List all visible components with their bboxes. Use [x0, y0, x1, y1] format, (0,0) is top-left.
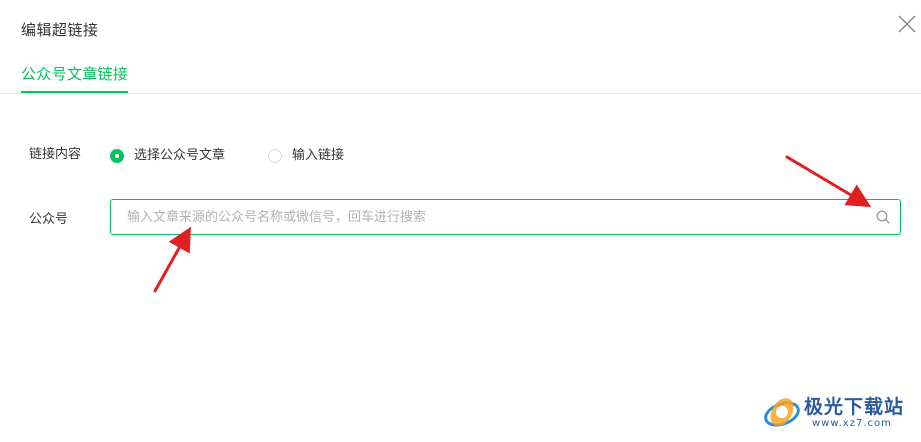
close-button[interactable]	[896, 13, 918, 35]
tab-bar: 公众号文章链接	[0, 60, 921, 94]
edit-hyperlink-dialog: 编辑超链接 公众号文章链接 链接内容 选择公众号文章 输入链接 公众号 输入文章…	[0, 0, 921, 442]
arrow-to-search-input	[153, 226, 191, 293]
radio-select-article-label: 选择公众号文章	[134, 148, 226, 163]
link-content-label: 链接内容	[29, 147, 82, 162]
radio-select-article[interactable]: 选择公众号文章	[110, 147, 225, 165]
account-search-input[interactable]	[127, 200, 867, 234]
radio-input-link[interactable]: 输入链接	[268, 147, 344, 165]
search-icon[interactable]	[875, 209, 891, 225]
radio-unchecked-indicator	[268, 149, 282, 163]
tab-official-account-article-link[interactable]: 公众号文章链接	[21, 60, 129, 93]
watermark-swirl-icon	[764, 398, 800, 427]
account-search-box	[110, 199, 901, 235]
close-icon	[898, 15, 916, 33]
arrow-to-search-icon	[785, 155, 872, 208]
watermark-url: www.xz7.com	[812, 418, 892, 429]
watermark-text: 极光下载站	[804, 396, 905, 418]
watermark-logo: 极光下载站 www.xz7.com	[760, 388, 918, 438]
radio-input-link-label: 输入链接	[292, 148, 345, 163]
account-label: 公众号	[29, 212, 69, 227]
radio-checked-indicator	[110, 149, 124, 163]
dialog-title: 编辑超链接	[21, 21, 99, 39]
